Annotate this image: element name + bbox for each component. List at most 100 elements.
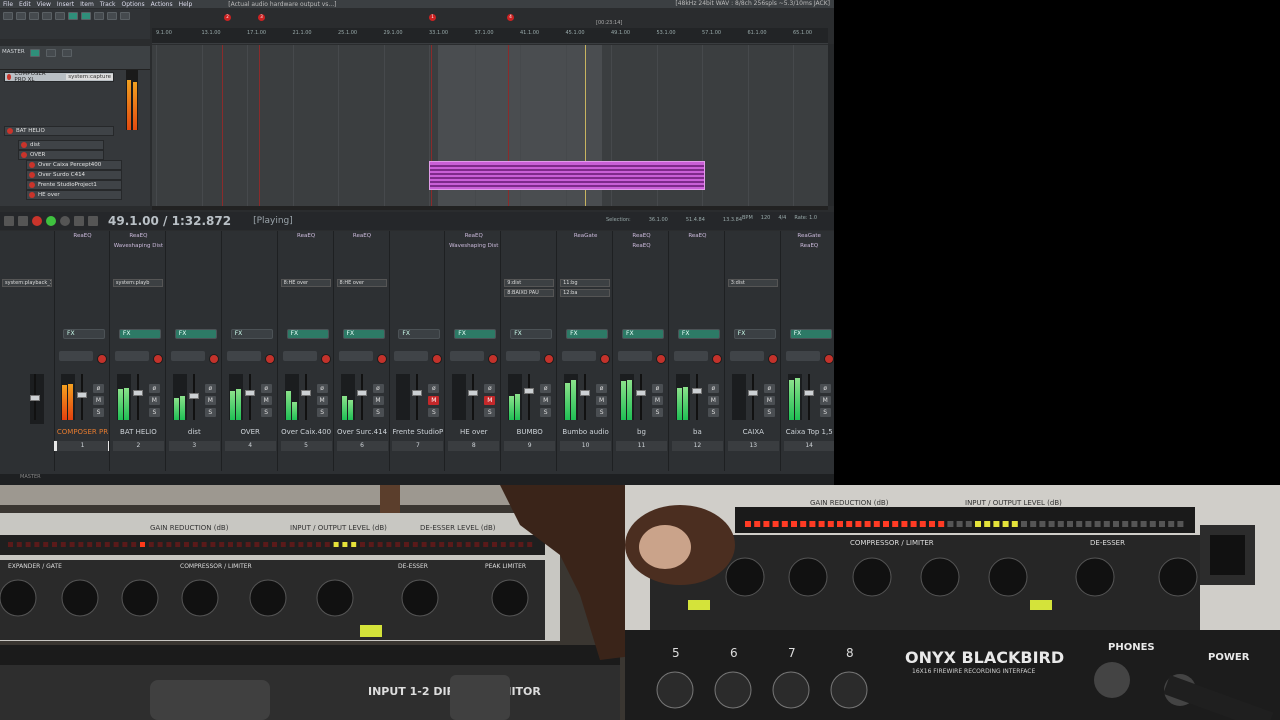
io-button[interactable] <box>394 351 429 361</box>
marker-1[interactable]: 2 <box>224 14 231 21</box>
io-button[interactable] <box>562 351 597 361</box>
menu-help[interactable]: Help <box>179 1 193 8</box>
fx-button[interactable]: FX <box>622 329 664 339</box>
master-fader[interactable] <box>30 395 40 401</box>
mute-button[interactable]: M <box>428 396 440 405</box>
mute-button[interactable]: M <box>707 396 719 405</box>
solo-button[interactable]: S <box>540 408 552 417</box>
track-header[interactable]: dist <box>18 140 104 150</box>
io-button[interactable] <box>170 351 205 361</box>
track-header[interactable]: OVER <box>18 150 104 160</box>
io-button[interactable] <box>673 351 708 361</box>
master-solo-button[interactable] <box>62 49 72 57</box>
solo-button[interactable]: S <box>204 408 216 417</box>
fx-slot[interactable]: ReaEQ <box>55 233 110 239</box>
phase-button[interactable]: ø <box>596 384 608 393</box>
track-name[interactable]: Frente StudioP <box>390 428 445 436</box>
mute-button[interactable]: M <box>260 396 272 405</box>
fx-slot[interactable]: ReaEQ <box>279 233 334 239</box>
record-arm-button[interactable] <box>767 354 778 364</box>
arrange-view[interactable] <box>152 45 828 206</box>
phase-button[interactable]: ø <box>148 384 160 393</box>
master-fx-button[interactable] <box>30 49 40 57</box>
io-button[interactable] <box>59 351 93 361</box>
track-header[interactable]: Over Caixa Percept400 <box>26 160 122 170</box>
fx-slot[interactable]: ReaGate <box>558 233 613 239</box>
volume-fader[interactable] <box>356 390 367 396</box>
menu-file[interactable]: File <box>3 1 13 8</box>
playrate[interactable]: Rate: 1.0 <box>794 215 817 221</box>
menu-view[interactable]: View <box>37 1 51 8</box>
phase-button[interactable]: ø <box>372 384 384 393</box>
record-arm-icon[interactable] <box>29 192 35 198</box>
volume-fader[interactable] <box>468 390 479 396</box>
fx-button[interactable]: FX <box>174 329 217 339</box>
track-name[interactable]: Over Surc.414 <box>335 428 390 436</box>
io-button[interactable] <box>282 351 317 361</box>
fx-slot[interactable]: ReaEQ <box>614 243 669 249</box>
mute-button[interactable]: M <box>484 396 496 405</box>
timeline-ruler[interactable]: 2 3 1 4 [00:23:14] 9.1.00 13.1.00 17.1.00 2… <box>152 14 828 44</box>
fx-button[interactable]: FX <box>286 329 329 339</box>
track-header[interactable]: HE over <box>26 190 122 200</box>
mixer-master-tab[interactable]: MASTER <box>20 474 41 480</box>
envelope-icon[interactable] <box>120 12 130 20</box>
track-header[interactable]: BAT HELIO <box>4 126 114 136</box>
menu-options[interactable]: Options <box>122 1 145 8</box>
volume-fader[interactable] <box>244 390 255 396</box>
track-name[interactable]: COMPOSER PRO XL <box>14 71 53 83</box>
io-button[interactable] <box>450 351 485 361</box>
volume-fader[interactable] <box>803 390 814 396</box>
media-item[interactable] <box>429 161 705 190</box>
selection-end[interactable]: 51.4.84 <box>686 217 705 223</box>
fx-button[interactable]: FX <box>733 329 776 339</box>
fx-slot[interactable]: Waveshaping Dist <box>446 243 501 249</box>
record-arm-button[interactable] <box>320 354 331 364</box>
menu-track[interactable]: Track <box>100 1 116 8</box>
volume-fader[interactable] <box>636 390 646 396</box>
solo-button[interactable]: S <box>372 408 384 417</box>
volume-fader[interactable] <box>524 388 535 394</box>
solo-button[interactable]: S <box>707 408 719 417</box>
record-arm-button[interactable] <box>208 354 219 364</box>
lock-icon[interactable] <box>107 12 117 20</box>
fx-button[interactable]: FX <box>63 329 105 339</box>
track-name[interactable]: Bumbo audio <box>558 428 613 436</box>
track-name[interactable]: BAT HELIO <box>16 128 45 134</box>
fx-button[interactable]: FX <box>230 329 273 339</box>
record-arm-button[interactable] <box>376 354 387 364</box>
master-mute-button[interactable] <box>46 49 56 57</box>
mute-button[interactable]: M <box>93 396 104 405</box>
redo-icon[interactable] <box>55 12 65 20</box>
selection-start[interactable]: 36.1.00 <box>649 217 668 223</box>
phase-button[interactable]: ø <box>763 384 775 393</box>
track-name[interactable]: Over Caix.400 <box>279 428 334 436</box>
solo-button[interactable]: S <box>819 408 831 417</box>
mute-button[interactable]: M <box>316 396 328 405</box>
fx-slot[interactable]: Waveshaping Dist <box>111 243 166 249</box>
horizontal-scrollbar[interactable] <box>152 206 828 210</box>
fx-button[interactable]: FX <box>677 329 720 339</box>
phase-button[interactable]: ø <box>316 384 328 393</box>
pause-button[interactable] <box>88 216 98 226</box>
play-button[interactable] <box>46 216 56 226</box>
fx-button[interactable]: FX <box>566 329 609 339</box>
track-name[interactable]: OVER <box>30 152 45 158</box>
send-slot[interactable]: 9:dist <box>504 279 555 287</box>
mute-button[interactable]: M <box>204 396 216 405</box>
solo-button[interactable]: S <box>763 408 775 417</box>
record-arm-icon[interactable] <box>29 182 35 188</box>
menu-insert[interactable]: Insert <box>57 1 74 8</box>
phase-button[interactable]: ø <box>484 384 496 393</box>
send-slot[interactable]: 12:ba <box>560 289 611 297</box>
record-arm-button[interactable] <box>97 354 107 364</box>
record-arm-button[interactable] <box>544 354 555 364</box>
grid-toggle-icon[interactable] <box>68 12 78 20</box>
fx-button[interactable]: FX <box>342 329 385 339</box>
solo-button[interactable]: S <box>484 408 496 417</box>
phase-button[interactable]: ø <box>93 384 104 393</box>
mute-button[interactable]: M <box>763 396 775 405</box>
track-name[interactable]: HE over <box>446 428 501 436</box>
marker-2[interactable]: 3 <box>258 14 265 21</box>
fx-slot[interactable]: ReaGate <box>782 233 834 239</box>
